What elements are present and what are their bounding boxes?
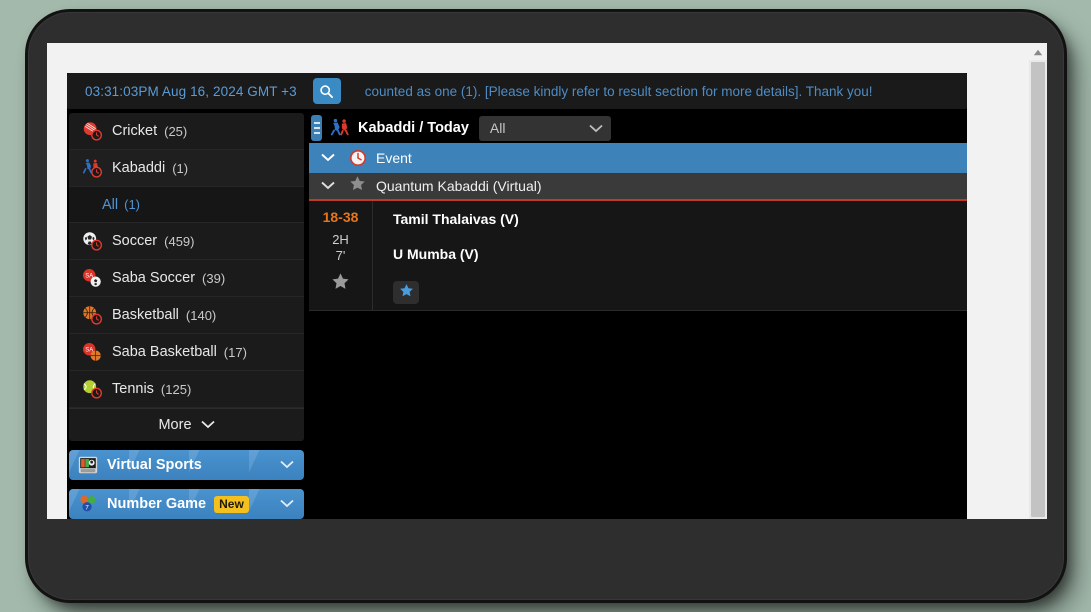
saba-basketball-icon: SA [81,341,103,363]
sidebar-item-kabaddi[interactable]: Kabaddi (1) [69,150,304,187]
sidebar-item-saba-soccer[interactable]: SA Saba Soccer (39) [69,260,304,297]
top-ticker-bar: 03:31:03PM Aug 16, 2024 GMT +3 counted a… [67,73,967,109]
chevron-down-icon [280,456,294,474]
scrollbar-thumb[interactable] [1031,62,1045,517]
sidebar-item-label: Basketball [112,307,179,323]
sidebar-item-count: (1) [172,160,189,176]
more-sports-button[interactable]: More [69,408,304,441]
sidebar-subitem-count: (1) [124,197,141,212]
sports-list: Cricket (25) Kabaddi (1) All (1) Soccer … [69,113,304,441]
scroll-up-button[interactable] [1029,43,1047,60]
match-score: 18-38 [322,209,359,225]
sidebar-item-label: Cricket [112,123,158,139]
browser-page-sheet: 03:31:03PM Aug 16, 2024 GMT +3 counted a… [47,43,1047,519]
drag-grip-icon[interactable] [311,115,322,141]
main-header: Kabaddi / Today All [309,113,967,143]
tennis-ball-icon [81,378,103,400]
sidebar-item-label: Kabaddi [112,160,166,176]
league-name: Quantum Kabaddi (Virtual) [376,178,542,194]
page-scrollbar[interactable] [1029,43,1047,519]
chevron-down-icon [589,120,603,136]
soccer-ball-icon [81,230,103,252]
sidebar-subitem-all[interactable]: All (1) [69,187,304,223]
announcement-ticker: counted as one (1). [Please kindly refer… [364,83,873,99]
screenshot-stage: 03:31:03PM Aug 16, 2024 GMT +3 counted a… [0,0,1091,612]
favorite-button[interactable] [393,281,419,304]
sportsbook-app: 03:31:03PM Aug 16, 2024 GMT +3 counted a… [67,73,967,519]
sidebar-item-label: Saba Soccer [112,270,196,286]
new-badge: New [214,495,249,513]
match-minute: 7' [335,248,346,263]
sidebar-item-count: (25) [164,123,188,139]
sidebar-item-saba-basketball[interactable]: SA Saba Basketball (17) [69,334,304,371]
sidebar-item-number-game[interactable]: 7 Number Game New [69,489,304,519]
search-button[interactable] [312,78,341,104]
event-column-label: Event [376,150,412,166]
cricket-ball-icon [81,120,103,142]
number-game-icon: 7 [77,493,99,515]
sidebar-item-label: Soccer [112,233,158,249]
star-icon [399,283,414,303]
virtual-sports-icon [77,454,99,476]
events-panel: Event Quantum Kabaddi (Virtual) 18-38 2H… [309,143,967,311]
sidebar-item-count: (459) [164,233,195,249]
sidebar-item-tennis[interactable]: Tennis (125) [69,371,304,408]
promo-label: Number Game [107,496,207,512]
match-period: 2H [332,232,349,247]
saba-soccer-icon: SA [81,267,103,289]
away-team-name: U Mumba (V) [393,246,479,262]
kabaddi-icon [81,157,103,179]
league-filter-value: All [489,120,506,136]
sidebar-item-label: Tennis [112,381,154,397]
sidebar-item-count: (125) [160,381,192,397]
match-score-column: 18-38 2H 7' [309,201,373,310]
sidebar-item-virtual-sports[interactable]: Virtual Sports [69,450,304,480]
sidebar-item-cricket[interactable]: Cricket (25) [69,113,304,150]
sidebar-item-basketball[interactable]: Basketball (140) [69,297,304,334]
chevron-down-icon [321,177,335,195]
main-content: Kabaddi / Today All Event Quantum Kabadd… [309,113,967,519]
sidebar-item-count: (17) [223,344,247,360]
star-icon[interactable] [309,272,372,296]
league-row[interactable]: Quantum Kabaddi (Virtual) [309,173,967,201]
chevron-down-icon [200,417,215,433]
server-clock: 03:31:03PM Aug 16, 2024 GMT +3 [85,83,297,99]
clock-icon [349,149,367,167]
sidebar-item-label: Saba Basketball [112,344,217,360]
kabaddi-icon [329,117,351,139]
chevron-down-icon [280,495,294,513]
page-title: Kabaddi / Today [358,120,469,136]
match-row[interactable]: 18-38 2H 7' Tamil Thalaivas (V) U Mumba … [309,201,967,311]
svg-text:7: 7 [85,505,89,512]
promo-label: Virtual Sports [107,457,202,473]
basketball-icon [81,304,103,326]
sidebar-subitem-label: All [102,196,119,213]
chevron-up-icon [1033,43,1043,61]
sidebar-item-count: (140) [185,307,217,323]
star-icon[interactable] [349,175,366,197]
sidebar-item-soccer[interactable]: Soccer (459) [69,223,304,260]
more-label: More [158,417,192,433]
league-filter-select[interactable]: All [478,115,611,141]
home-team-name: Tamil Thalaivas (V) [393,211,519,227]
chevron-down-icon [321,149,335,167]
event-column-header[interactable]: Event [309,143,967,173]
sports-sidebar: Cricket (25) Kabaddi (1) All (1) Soccer … [69,113,304,519]
app-body: Cricket (25) Kabaddi (1) All (1) Soccer … [67,113,967,519]
search-icon [319,84,334,99]
sidebar-item-count: (39) [202,270,226,286]
match-teams-column: Tamil Thalaivas (V) U Mumba (V) [373,201,967,310]
